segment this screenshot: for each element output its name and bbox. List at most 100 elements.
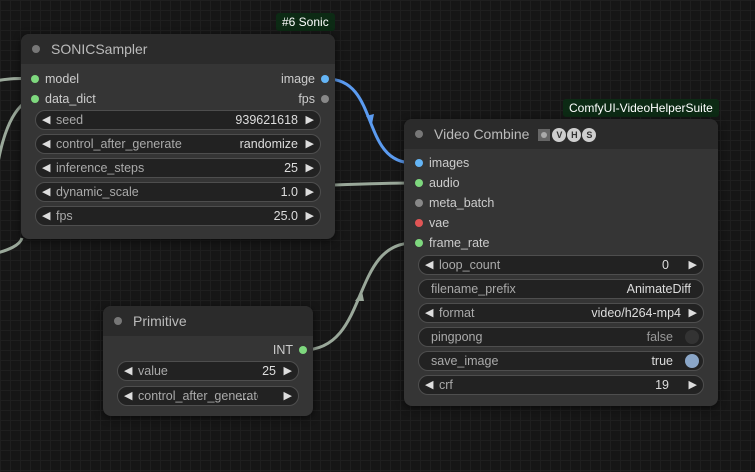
primitive-title: Primitive [133,313,187,329]
slot-label: image [280,72,315,86]
video-combine-title-bar[interactable]: Video Combine VHS [404,119,718,149]
widget-label: seed [56,113,84,127]
sonic-sampler-node[interactable]: SONICSampler model data_dict image fps ◀… [21,34,335,239]
widget-label: value [138,364,168,378]
slot-label: frame_rate [429,236,490,250]
increment-arrow-icon[interactable]: ▶ [306,111,314,129]
collapse-dot-icon[interactable] [32,45,40,53]
increment-arrow-icon[interactable]: ▶ [306,159,314,177]
sonic-sampler-title-bar[interactable]: SONICSampler [21,34,335,64]
slot-dot-icon[interactable] [415,219,423,227]
slot-dot-icon[interactable] [415,199,423,207]
widget-loop-count[interactable]: ◀ loop_count 0 ▶ [418,255,704,275]
increment-arrow-icon[interactable]: ▶ [689,256,697,274]
widget-label: crf [439,378,453,392]
link-int-arrow [355,291,364,301]
output-slot-fps[interactable]: fps [298,89,335,109]
widget-value: AnimateDiff [626,282,691,296]
video-combine-title: Video Combine [434,126,530,142]
decrement-arrow-icon[interactable]: ◀ [425,376,433,394]
widget-value: 25 [262,364,276,378]
widget-filename-prefix[interactable]: filename_prefix AnimateDiff [418,279,704,299]
widget-value[interactable]: ◀ value 25 ▶ [117,361,299,381]
slot-dot-icon[interactable] [321,95,329,103]
slot-label: vae [429,216,450,230]
decrement-arrow-icon[interactable]: ◀ [425,304,433,322]
decrement-arrow-icon[interactable]: ◀ [425,256,433,274]
sonic-badge: #6 Sonic [276,13,335,31]
slot-label: INT [272,343,293,357]
collapse-dot-icon[interactable] [415,130,423,138]
increment-arrow-icon[interactable]: ▶ [284,387,292,405]
primitive-node[interactable]: Primitive INT ◀ value 25 ▶ ◀ control_aft… [103,306,313,416]
widget-value: randomize [239,137,298,151]
slot-dot-icon[interactable] [31,95,39,103]
widget-save-image[interactable]: save_image true [418,351,704,371]
input-slot-frame-rate[interactable]: frame_rate [409,233,489,253]
slot-label: audio [429,176,460,190]
input-slot-data-dict[interactable]: data_dict [25,89,96,109]
primitive-title-bar[interactable]: Primitive [103,306,313,336]
input-slot-meta-batch[interactable]: meta_batch [409,193,494,213]
decrement-arrow-icon[interactable]: ◀ [42,207,50,225]
decrement-arrow-icon[interactable]: ◀ [42,159,50,177]
decrement-arrow-icon[interactable]: ◀ [42,111,50,129]
widget-value: 0 [662,258,669,272]
toggle-off-knob-icon[interactable] [685,330,699,344]
output-slot-int[interactable]: INT [273,340,313,360]
link-int-to-frame-rate [302,241,414,352]
toggle-on-knob-icon[interactable] [685,354,699,368]
film-icon [538,129,551,142]
input-slot-vae[interactable]: vae [409,213,449,233]
widget-value: 1.0 [280,185,298,199]
widget-control-after-generate[interactable]: ◀ control_after_generate ... ▶ [117,386,299,406]
slot-label: meta_batch [429,196,495,210]
slot-label: data_dict [45,92,96,106]
link-left-offscreen [0,237,24,254]
widget-label: filename_prefix [431,282,516,296]
widget-value: false [646,330,673,344]
widget-value: 25 [284,161,298,175]
vhs-badge: ComfyUI-VideoHelperSuite [563,99,719,117]
input-slot-images[interactable]: images [409,153,469,173]
increment-arrow-icon[interactable]: ▶ [689,304,697,322]
output-slot-image[interactable]: image [281,69,335,89]
widget-control-after-generate[interactable]: ◀ control_after_generate randomize ▶ [35,134,321,154]
collapse-dot-icon[interactable] [114,317,122,325]
sonic-sampler-title: SONICSampler [51,41,148,57]
vhs-v-icon: V [552,128,567,143]
increment-arrow-icon[interactable]: ▶ [689,376,697,394]
slot-dot-icon[interactable] [321,75,329,83]
video-combine-node[interactable]: Video Combine VHS images audio meta_batc… [404,119,718,406]
slot-dot-icon[interactable] [415,239,423,247]
link-image-arrow [366,114,374,124]
slot-dot-icon[interactable] [415,179,423,187]
decrement-arrow-icon[interactable]: ◀ [124,387,132,405]
slot-dot-icon[interactable] [415,159,423,167]
widget-fps[interactable]: ◀ fps 25.0 ▶ [35,206,321,226]
widget-dynamic-scale[interactable]: ◀ dynamic_scale 1.0 ▶ [35,182,321,202]
link-image-to-images [326,77,414,165]
widget-label: control_after_generate [56,137,182,151]
increment-arrow-icon[interactable]: ▶ [284,362,292,380]
decrement-arrow-icon[interactable]: ◀ [42,183,50,201]
widget-label: save_image [431,354,499,368]
increment-arrow-icon[interactable]: ▶ [306,183,314,201]
input-slot-model[interactable]: model [25,69,79,89]
slot-label: fps [298,92,315,106]
increment-arrow-icon[interactable]: ▶ [306,135,314,153]
widget-value: 25.0 [273,209,298,223]
slot-dot-icon[interactable] [31,75,39,83]
vhs-s-icon: S [582,128,597,143]
widget-pingpong[interactable]: pingpong false [418,327,704,347]
widget-inference-steps[interactable]: ◀ inference_steps 25 ▶ [35,158,321,178]
widget-seed[interactable]: ◀ seed 939621618 ▶ [35,110,321,130]
widget-format[interactable]: ◀ format video/h264-mp4 ▶ [418,303,704,323]
widget-crf[interactable]: ◀ crf 19 ▶ [418,375,704,395]
input-slot-audio[interactable]: audio [409,173,460,193]
decrement-arrow-icon[interactable]: ◀ [124,362,132,380]
slot-dot-icon[interactable] [299,346,307,354]
vhs-h-icon: H [567,128,582,143]
increment-arrow-icon[interactable]: ▶ [306,207,314,225]
decrement-arrow-icon[interactable]: ◀ [42,135,50,153]
